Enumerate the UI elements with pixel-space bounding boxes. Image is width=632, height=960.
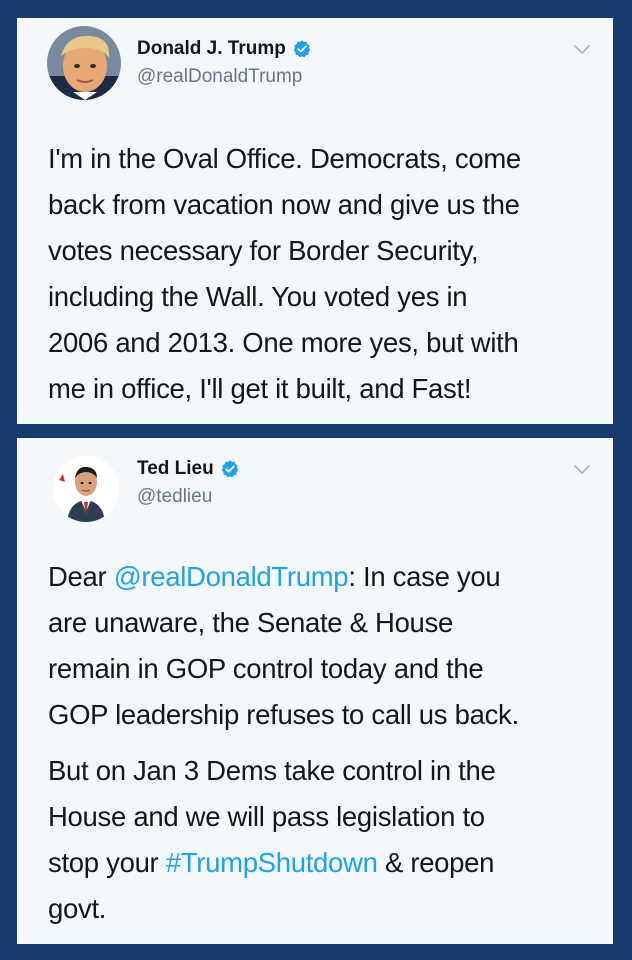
tweet-line: back from vacation now and give us the bbox=[48, 189, 520, 220]
tweet-line: GOP leadership refuses to call us back. bbox=[48, 699, 519, 730]
text-span: Dear bbox=[48, 561, 114, 592]
chevron-down-icon[interactable] bbox=[573, 464, 591, 476]
text-span: : In case you bbox=[348, 561, 501, 592]
tweet-body: I'm in the Oval Office. Democrats, come … bbox=[48, 136, 593, 412]
avatar[interactable] bbox=[47, 26, 121, 100]
text-span: stop your bbox=[48, 847, 166, 878]
tweet-paragraph: Dear @realDonaldTrump: In case you are u… bbox=[48, 554, 593, 738]
tweet-line: are unaware, the Senate & House bbox=[48, 607, 453, 638]
profile-photo-trump bbox=[47, 26, 121, 100]
tweet-line: govt. bbox=[48, 893, 107, 924]
tweet-paragraph: But on Jan 3 Dems take control in the Ho… bbox=[48, 748, 593, 932]
text-span: & reopen bbox=[377, 847, 495, 878]
author-name[interactable]: Ted Lieu bbox=[137, 458, 214, 480]
tweet-card-lieu: Ted Lieu @tedlieu Dear @realDonaldTrump:… bbox=[17, 438, 613, 944]
tweet-line: me in office, I'll get it built, and Fas… bbox=[48, 373, 472, 404]
chevron-down-icon[interactable] bbox=[573, 44, 591, 56]
screenshot-canvas: { "tweets": [ { "name": "Donald J. Trump… bbox=[0, 0, 632, 960]
author-row: Donald J. Trump bbox=[137, 38, 312, 60]
tweet-line: votes necessary for Border Security, bbox=[48, 235, 479, 266]
avatar[interactable] bbox=[53, 456, 119, 522]
tweet-line: including the Wall. You voted yes in bbox=[48, 281, 468, 312]
author-handle[interactable]: @tedlieu bbox=[137, 486, 212, 508]
tweet-line: remain in GOP control today and the bbox=[48, 653, 484, 684]
hashtag-link[interactable]: #TrumpShutdown bbox=[166, 847, 378, 878]
tweet-line: 2006 and 2013. One more yes, but with bbox=[48, 327, 519, 358]
author-name[interactable]: Donald J. Trump bbox=[137, 38, 286, 60]
tweet-line: But on Jan 3 Dems take control in the bbox=[48, 755, 496, 786]
profile-photo-lieu bbox=[53, 456, 119, 522]
tweet-line: I'm in the Oval Office. Democrats, come bbox=[48, 143, 521, 174]
tweet-line: House and we will pass legislation to bbox=[48, 801, 485, 832]
mention-link[interactable]: @realDonaldTrump bbox=[114, 561, 349, 592]
tweet-line: stop your #TrumpShutdown & reopen bbox=[48, 840, 593, 886]
tweet-body: Dear @realDonaldTrump: In case you are u… bbox=[48, 554, 593, 932]
author-row: Ted Lieu bbox=[137, 458, 240, 480]
tweet-line: Dear @realDonaldTrump: In case you bbox=[48, 554, 593, 600]
verified-badge-icon bbox=[221, 460, 239, 478]
author-handle[interactable]: @realDonaldTrump bbox=[137, 66, 302, 88]
verified-badge-icon bbox=[293, 40, 311, 58]
tweet-card-trump: Donald J. Trump @realDonaldTrump I'm in … bbox=[17, 18, 613, 424]
